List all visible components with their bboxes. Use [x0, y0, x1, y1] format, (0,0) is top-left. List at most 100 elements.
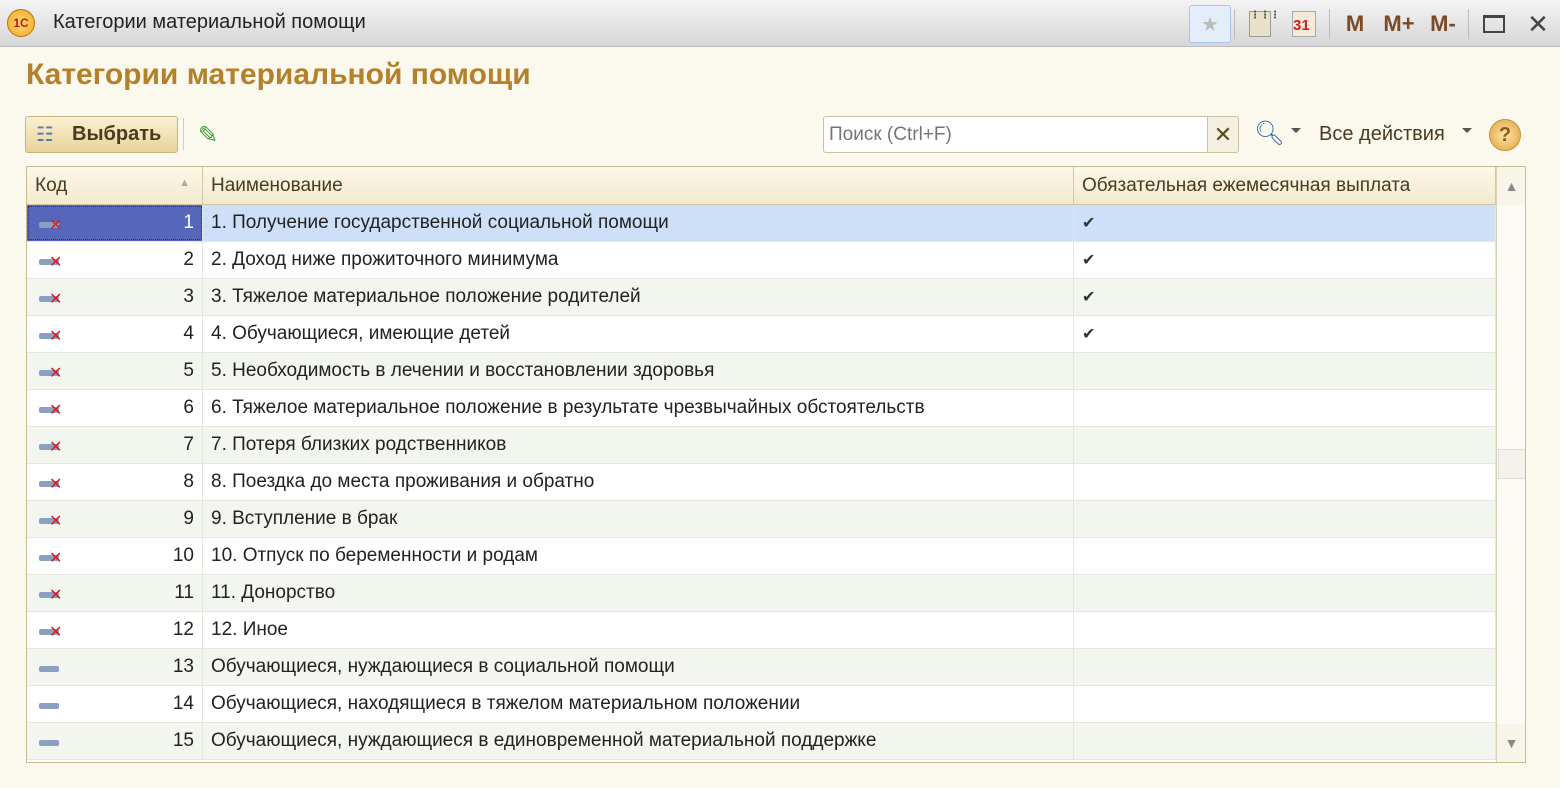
cell-code[interactable]: ✕ 8	[27, 464, 203, 500]
cell-code[interactable]: ✕ 3	[27, 279, 203, 315]
cell-name[interactable]: Обучающиеся, нуждающиеся в единовременно…	[203, 723, 1074, 759]
scroll-up-button[interactable]: ▲	[1497, 167, 1525, 205]
memory-m-button[interactable]: M	[1333, 5, 1377, 43]
marked-for-deletion-icon: ✕	[39, 402, 62, 419]
checkmark-icon: ✔	[1082, 215, 1096, 232]
cell-name[interactable]: 12. Иное	[203, 612, 1074, 648]
cell-code[interactable]: ✕ 12	[27, 612, 203, 648]
select-button[interactable]: ☷ Выбрать	[25, 116, 178, 153]
cell-name[interactable]: 8. Поездка до места проживания и обратно	[203, 464, 1074, 500]
marked-for-deletion-icon: ✕	[39, 217, 62, 234]
cell-name[interactable]: 6. Тяжелое материальное положение в резу…	[203, 390, 1074, 426]
divider	[183, 118, 184, 150]
cell-required[interactable]: ✔	[1074, 316, 1496, 352]
scroll-thumb[interactable]	[1498, 449, 1525, 479]
column-header-required[interactable]: Обязательная ежемесячная выплата	[1074, 167, 1496, 205]
marked-for-deletion-icon: ✕	[39, 291, 62, 308]
cell-required[interactable]	[1074, 427, 1496, 463]
table-row[interactable]: ✕ 10 10. Отпуск по беременности и родам	[27, 538, 1496, 575]
cell-required[interactable]	[1074, 686, 1496, 722]
search-dropdown-icon[interactable]	[1291, 128, 1301, 133]
table-row[interactable]: ✕ 1 1. Получение государственной социальн…	[27, 205, 1496, 242]
cell-code[interactable]: ✕ 4	[27, 316, 203, 352]
table-row[interactable]: 15 Обучающиеся, нуждающиеся в единовреме…	[27, 723, 1496, 760]
table-row[interactable]: ✕ 4 4. Обучающиеся, имеющие детей ✔	[27, 316, 1496, 353]
cell-required[interactable]	[1074, 649, 1496, 685]
checkmark-icon: ✔	[1082, 289, 1096, 306]
column-header-code[interactable]: Код ▲	[27, 167, 203, 205]
cell-required[interactable]	[1074, 575, 1496, 611]
select-label: Выбрать	[72, 123, 162, 145]
cell-required[interactable]	[1074, 390, 1496, 426]
marked-for-deletion-icon: ✕	[39, 254, 62, 271]
cell-required[interactable]	[1074, 723, 1496, 759]
cell-code[interactable]: ✕ 1	[27, 205, 203, 241]
cell-code[interactable]: ✕ 7	[27, 427, 203, 463]
cell-required[interactable]: ✔	[1074, 279, 1496, 315]
cell-name[interactable]: 9. Вступление в брак	[203, 501, 1074, 537]
marked-for-deletion-icon: ✕	[39, 476, 62, 493]
cell-name[interactable]: 5. Необходимость в лечении и восстановле…	[203, 353, 1074, 389]
cell-name[interactable]: Обучающиеся, находящиеся в тяжелом матер…	[203, 686, 1074, 722]
table-row[interactable]: 14 Обучающиеся, находящиеся в тяжелом ма…	[27, 686, 1496, 723]
table-row[interactable]: ✕ 9 9. Вступление в брак	[27, 501, 1496, 538]
cell-code[interactable]: ✕ 11	[27, 575, 203, 611]
calendar-icon[interactable]: 31	[1282, 5, 1326, 43]
close-icon[interactable]: ✕	[1516, 5, 1560, 43]
cell-required[interactable]	[1074, 464, 1496, 500]
cell-code[interactable]: 13	[27, 649, 203, 685]
cell-required[interactable]: ✔	[1074, 242, 1496, 278]
cell-name[interactable]: 11. Донорство	[203, 575, 1074, 611]
favorite-icon[interactable]: ★	[1189, 5, 1231, 43]
cell-name[interactable]: 4. Обучающиеся, имеющие детей	[203, 316, 1074, 352]
cell-code[interactable]: 15	[27, 723, 203, 759]
table-body: ✕ 1 1. Получение государственной социальн…	[27, 205, 1496, 760]
item-icon	[39, 740, 59, 746]
checkmark-icon: ✔	[1082, 252, 1096, 269]
table-row[interactable]: ✕ 3 3. Тяжелое материальное положение род…	[27, 279, 1496, 316]
cell-name[interactable]: 10. Отпуск по беременности и родам	[203, 538, 1074, 574]
scroll-down-button[interactable]: ▼	[1497, 724, 1525, 762]
table-row[interactable]: ✕ 12 12. Иное	[27, 612, 1496, 649]
memory-minus-button[interactable]: M-	[1421, 5, 1465, 43]
cell-name[interactable]: 1. Получение государственной социальной …	[203, 205, 1074, 241]
cell-code[interactable]: 14	[27, 686, 203, 722]
cell-code[interactable]: ✕ 6	[27, 390, 203, 426]
cell-code[interactable]: ✕ 5	[27, 353, 203, 389]
cell-required[interactable]: ✔	[1074, 205, 1496, 241]
search-icon[interactable]: 🔍︎	[1254, 119, 1284, 148]
all-actions-button[interactable]: Все действия	[1319, 123, 1445, 146]
categories-table: Код ▲ Наименование Обязательная ежемесячн…	[26, 166, 1526, 763]
cell-name[interactable]: Обучающиеся, нуждающиеся в социальной по…	[203, 649, 1074, 685]
cell-name[interactable]: 7. Потеря близких родственников	[203, 427, 1074, 463]
calculator-icon[interactable]: ⋮⋮⋮	[1238, 5, 1282, 43]
column-header-name[interactable]: Наименование	[203, 167, 1074, 205]
maximize-icon[interactable]	[1472, 5, 1516, 43]
cell-name[interactable]: 3. Тяжелое материальное положение родите…	[203, 279, 1074, 315]
cell-code[interactable]: ✕ 2	[27, 242, 203, 278]
title-bar: 1С Категории материальной помощи ★ ⋮⋮⋮ 3…	[0, 0, 1560, 47]
table-row[interactable]: ✕ 5 5. Необходимость в лечении и восстано…	[27, 353, 1496, 390]
table-row[interactable]: 13 Обучающиеся, нуждающиеся в социальной…	[27, 649, 1496, 686]
table-row[interactable]: ✕ 8 8. Поездка до места проживания и обра…	[27, 464, 1496, 501]
cell-required[interactable]	[1074, 501, 1496, 537]
table-row[interactable]: ✕ 7 7. Потеря близких родственников	[27, 427, 1496, 464]
clear-search-icon[interactable]: ✕	[1207, 116, 1239, 153]
cell-code[interactable]: ✕ 10	[27, 538, 203, 574]
cell-name[interactable]: 2. Доход ниже прожиточного минимума	[203, 242, 1074, 278]
cell-required[interactable]	[1074, 612, 1496, 648]
search-input[interactable]	[823, 116, 1208, 153]
help-icon[interactable]: ?	[1489, 119, 1521, 151]
table-row[interactable]: ✕ 2 2. Доход ниже прожиточного минимума ✔	[27, 242, 1496, 279]
checkmark-icon: ✔	[1082, 326, 1096, 343]
all-actions-chevron-icon[interactable]	[1462, 128, 1472, 133]
cell-code[interactable]: ✕ 9	[27, 501, 203, 537]
marked-for-deletion-icon: ✕	[39, 550, 62, 567]
vertical-scrollbar[interactable]: ▲ ▼	[1496, 167, 1525, 762]
memory-plus-button[interactable]: M+	[1377, 5, 1421, 43]
table-row[interactable]: ✕ 6 6. Тяжелое материальное положение в р…	[27, 390, 1496, 427]
cell-required[interactable]	[1074, 538, 1496, 574]
edit-pencil-icon[interactable]: ✎	[198, 121, 218, 150]
cell-required[interactable]	[1074, 353, 1496, 389]
table-row[interactable]: ✕ 11 11. Донорство	[27, 575, 1496, 612]
